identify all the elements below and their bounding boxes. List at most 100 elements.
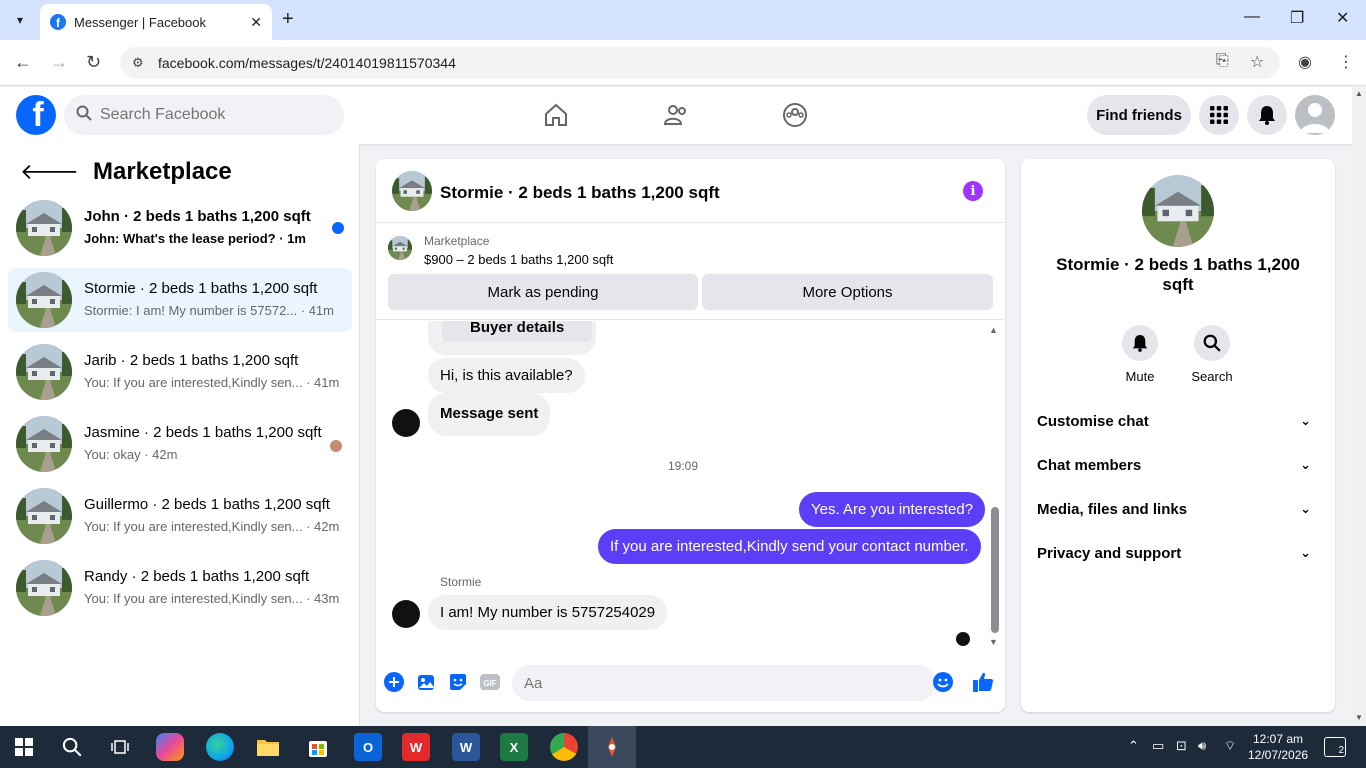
page-scroll-down-icon[interactable]: ▼ — [1355, 713, 1363, 722]
chat-item-randy[interactable]: Randy · 2 beds 1 baths 1,200 sqft You: I… — [8, 556, 352, 620]
task-view-icon[interactable] — [106, 733, 134, 761]
info-icon[interactable]: i — [963, 181, 983, 201]
clock-time: 12:07 am — [1252, 732, 1304, 746]
microsoft-store-icon[interactable] — [304, 733, 332, 761]
browser-menu-icon[interactable]: ⋮ — [1338, 52, 1354, 72]
word-icon[interactable]: W — [452, 733, 480, 761]
sender-avatar[interactable] — [392, 600, 420, 628]
page-scroll-up-icon[interactable]: ▲ — [1355, 89, 1363, 98]
notifications-bell-icon[interactable] — [1247, 95, 1287, 135]
browser-tab[interactable]: f Messenger | Facebook ✕ — [40, 4, 272, 40]
home-icon[interactable] — [542, 101, 570, 129]
mark-as-pending-button[interactable]: Mark as pending — [388, 274, 698, 310]
battery-icon[interactable]: ▭ — [1152, 738, 1164, 754]
chat-item-snippet: You: If you are interested,Kindly sen...… — [84, 519, 340, 534]
volume-icon[interactable]: 🔊︎ — [1198, 738, 1206, 754]
taskbar-search-icon[interactable] — [58, 733, 86, 761]
new-tab-icon[interactable]: + — [282, 8, 294, 31]
details-listing-photo[interactable] — [1142, 175, 1214, 247]
active-app-icon[interactable] — [598, 733, 626, 761]
scroll-down-icon[interactable]: ▼ — [989, 637, 998, 647]
outgoing-message: If you are interested,Kindly send your c… — [598, 529, 981, 564]
chat-item-guillermo[interactable]: Guillermo · 2 beds 1 baths 1,200 sqft Yo… — [8, 484, 352, 548]
sender-avatar[interactable] — [392, 409, 420, 437]
profile-icon[interactable]: ◉ — [1298, 52, 1312, 72]
listing-thumbnail — [16, 344, 72, 400]
listing-price-title[interactable]: $900 – 2 beds 1 baths 1,200 sqft — [424, 252, 613, 267]
section-privacy-support[interactable]: Privacy and support ⌄ — [1037, 533, 1319, 573]
friends-icon[interactable] — [662, 101, 690, 129]
listing-mini-thumbnail[interactable] — [388, 236, 412, 260]
excel-icon[interactable]: X — [500, 733, 528, 761]
facebook-search-input[interactable] — [100, 106, 320, 124]
menu-grid-icon[interactable] — [1199, 95, 1239, 135]
scroll-thumb[interactable] — [991, 507, 999, 633]
message-input[interactable] — [512, 665, 936, 701]
add-plus-icon[interactable] — [383, 671, 405, 693]
photo-icon[interactable] — [415, 671, 437, 693]
listing-thumbnail — [16, 272, 72, 328]
facebook-logo-icon[interactable]: f — [16, 95, 56, 135]
thread-scrollbar[interactable]: ▲ ▼ — [989, 325, 999, 647]
chat-item-john[interactable]: John · 2 beds 1 baths 1,200 sqft John: W… — [8, 196, 352, 260]
file-explorer-icon[interactable] — [254, 733, 282, 761]
wps-office-icon[interactable]: W — [402, 733, 430, 761]
site-info-icon[interactable]: ⚙ — [132, 55, 152, 71]
tab-title: Messenger | Facebook — [74, 14, 206, 30]
listing-thumbnail — [16, 488, 72, 544]
chat-item-name: Guillermo · 2 beds 1 baths 1,200 sqft — [84, 496, 330, 513]
search-icon — [76, 105, 92, 126]
tab-search-dropdown-icon[interactable]: ▾ — [8, 8, 32, 32]
chat-item-jasmine[interactable]: Jasmine · 2 beds 1 baths 1,200 sqft You:… — [8, 412, 352, 476]
section-label: Media, files and links — [1037, 500, 1188, 518]
forward-icon[interactable]: → — [50, 52, 68, 73]
search-in-chat-button[interactable]: Search — [1182, 325, 1242, 384]
notification-center-icon[interactable]: 2 — [1324, 737, 1346, 757]
copilot-icon[interactable] — [156, 733, 184, 761]
chrome-icon[interactable] — [550, 733, 578, 761]
chat-item-stormie[interactable]: Stormie · 2 beds 1 baths 1,200 sqft Stor… — [8, 268, 352, 332]
taskbar-clock[interactable]: 12:07 am 12/07/2026 — [1248, 731, 1308, 763]
minimize-icon[interactable]: — — [1244, 8, 1260, 26]
chat-item-snippet: Stormie: I am! My number is 57572... · 4… — [84, 303, 334, 318]
incoming-message: Hi, is this available? — [428, 358, 585, 393]
emoji-icon[interactable] — [932, 671, 954, 693]
wifi-icon[interactable]: ⌔ — [1224, 738, 1236, 754]
back-arrow-icon[interactable]: 🡐 — [20, 159, 79, 185]
mute-button[interactable]: Mute — [1110, 325, 1170, 384]
back-icon[interactable]: ← — [14, 52, 32, 73]
section-customise-chat[interactable]: Customise chat ⌄ — [1037, 401, 1319, 441]
conversation-title[interactable]: Stormie · 2 beds 1 baths 1,200 sqft — [440, 183, 720, 203]
thumbs-up-icon[interactable] — [972, 671, 994, 693]
sticker-icon[interactable] — [447, 671, 469, 693]
show-hidden-icons-icon[interactable]: ⌃ — [1128, 738, 1139, 754]
more-options-button[interactable]: More Options — [702, 274, 993, 310]
windows-start-icon[interactable] — [10, 733, 38, 761]
conversation-thumbnail[interactable] — [392, 171, 432, 211]
section-chat-members[interactable]: Chat members ⌄ — [1037, 445, 1319, 485]
window-close-icon[interactable]: ✕ — [1336, 8, 1349, 28]
account-avatar[interactable] — [1295, 95, 1335, 135]
conversation-header: Stormie · 2 beds 1 baths 1,200 sqft i — [376, 159, 1005, 223]
bookmark-star-icon[interactable]: ☆ — [1250, 52, 1264, 72]
outgoing-message: Yes. Are you interested? — [799, 492, 986, 527]
scroll-up-icon[interactable]: ▲ — [989, 325, 998, 335]
gif-icon[interactable]: GIF — [479, 671, 501, 693]
section-media-files-links[interactable]: Media, files and links ⌄ — [1037, 489, 1319, 529]
chat-item-jarib[interactable]: Jarib · 2 beds 1 baths 1,200 sqft You: I… — [8, 340, 352, 404]
tab-close-icon[interactable]: ✕ — [250, 14, 262, 31]
buyer-details-button[interactable]: Buyer details — [442, 321, 593, 342]
restore-icon[interactable]: ❐ — [1290, 8, 1304, 28]
find-friends-button[interactable]: Find friends — [1087, 95, 1191, 135]
url-text: facebook.com/messages/t/2401401981157034… — [158, 55, 456, 71]
groups-icon[interactable] — [781, 101, 809, 129]
meet-now-icon[interactable]: ⊡ — [1176, 738, 1187, 754]
marketplace-label: Marketplace — [424, 234, 490, 248]
address-bar[interactable]: ⚙ facebook.com/messages/t/24014019811570… — [120, 47, 1280, 79]
reload-icon[interactable]: ↻ — [86, 52, 101, 73]
edge-browser-icon[interactable] — [206, 733, 234, 761]
page-scrollbar[interactable]: ▲ ▼ — [1352, 87, 1366, 726]
install-app-icon[interactable]: ⎘ — [1216, 52, 1229, 70]
facebook-search[interactable] — [64, 95, 344, 135]
outlook-icon[interactable]: O — [354, 733, 382, 761]
